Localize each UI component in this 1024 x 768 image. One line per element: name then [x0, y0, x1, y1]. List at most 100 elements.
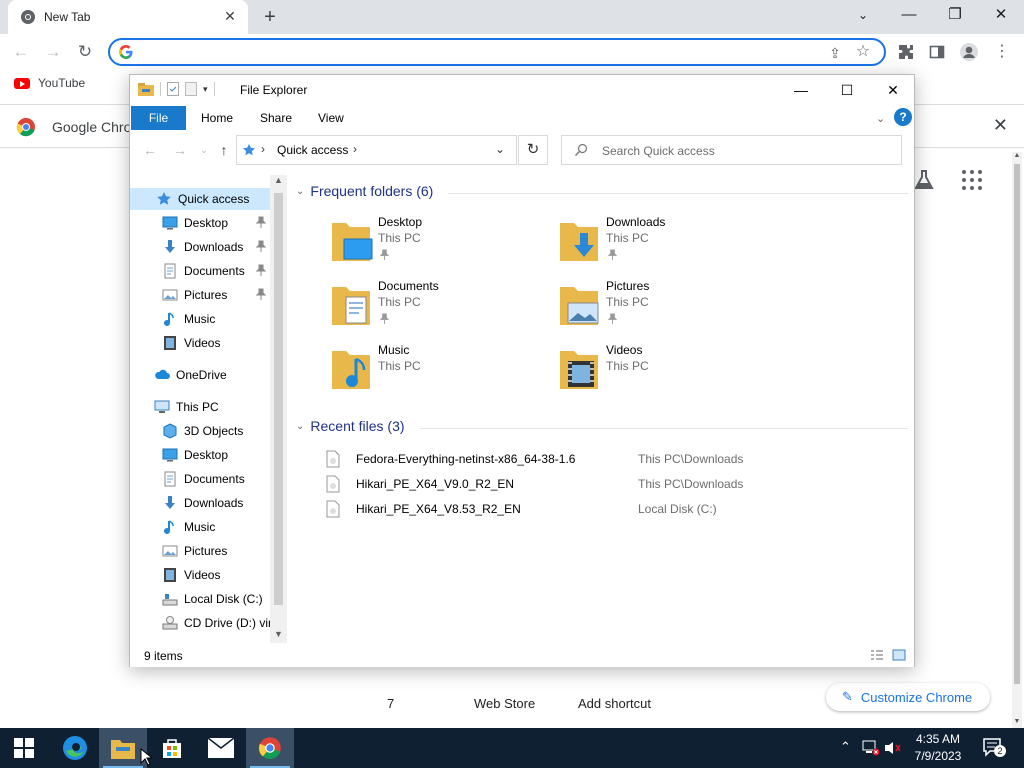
- start-button[interactable]: [0, 728, 48, 768]
- folder-tile-music[interactable]: Music This PC: [330, 343, 550, 403]
- infobar-close-icon[interactable]: ✕: [993, 115, 1008, 136]
- nav-qa-documents[interactable]: Documents: [130, 260, 270, 282]
- folder-tile-documents[interactable]: Documents This PC: [330, 279, 550, 339]
- folder-tile-downloads[interactable]: Downloads This PC: [558, 215, 778, 275]
- nav-qa-pictures[interactable]: Pictures: [130, 284, 270, 306]
- address-dropdown-icon[interactable]: ⌄: [495, 142, 505, 156]
- google-apps-icon[interactable]: [962, 170, 982, 190]
- nav-pc-music[interactable]: Music: [130, 516, 270, 538]
- recent-files-header[interactable]: ⌄ Recent files (3): [296, 418, 405, 434]
- shortcut-add[interactable]: Add shortcut: [578, 696, 651, 711]
- explorer-forward-icon[interactable]: →: [170, 140, 190, 160]
- customize-qat-icon[interactable]: ▾: [203, 84, 208, 95]
- nav-onedrive[interactable]: OneDrive: [130, 364, 270, 386]
- nav-pane-scrollbar[interactable]: ▲ ▼: [270, 175, 287, 643]
- pin-icon[interactable]: [256, 216, 266, 228]
- nav-pc-desktop[interactable]: Desktop: [130, 444, 270, 466]
- nav-this-pc[interactable]: This PC: [130, 396, 270, 418]
- search-quick-access-input[interactable]: Search Quick access: [561, 135, 902, 165]
- folder-tile-desktop[interactable]: Desktop This PC: [330, 215, 550, 275]
- nav-scroll-up-icon[interactable]: ▲: [270, 175, 287, 189]
- explorer-minimize-button[interactable]: —: [778, 75, 824, 105]
- nav-qa-videos[interactable]: Videos: [130, 332, 270, 354]
- profile-avatar-icon[interactable]: [958, 41, 980, 63]
- network-icon[interactable]: [862, 740, 880, 756]
- page-scroll-thumb[interactable]: [1014, 164, 1020, 684]
- pin-icon[interactable]: [256, 240, 266, 252]
- shortcut-web-store[interactable]: Web Store: [474, 696, 535, 711]
- customize-chrome-button[interactable]: ✎ Customize Chrome: [826, 683, 990, 711]
- address-bar[interactable]: › Quick access › ⌄: [236, 135, 517, 165]
- explorer-close-button[interactable]: ✕: [870, 75, 916, 105]
- show-hidden-icons-icon[interactable]: ⌃: [840, 739, 851, 768]
- pin-icon[interactable]: [608, 313, 617, 324]
- extensions-icon[interactable]: [895, 41, 917, 63]
- explorer-maximize-button[interactable]: ☐: [824, 75, 870, 105]
- shortcut-label[interactable]: 7: [387, 696, 394, 711]
- volume-icon[interactable]: [884, 740, 902, 756]
- pin-icon[interactable]: [608, 249, 617, 260]
- nav-pc-pictures[interactable]: Pictures: [130, 540, 270, 562]
- nav-pc-videos[interactable]: Videos: [130, 564, 270, 586]
- ribbon-tab-home[interactable]: Home: [201, 111, 233, 125]
- up-one-level-icon[interactable]: ↑: [214, 140, 234, 160]
- ribbon-tab-view[interactable]: View: [318, 111, 344, 125]
- folder-tile-pictures[interactable]: Pictures This PC: [558, 279, 778, 339]
- recent-locations-icon[interactable]: ⌄: [194, 140, 214, 160]
- new-folder-icon[interactable]: [185, 82, 197, 96]
- ribbon-tab-share[interactable]: Share: [260, 111, 292, 125]
- nav-quick-access[interactable]: Quick access: [130, 188, 270, 210]
- chrome-menu-icon[interactable]: ⋮: [991, 41, 1013, 63]
- nav-scroll-thumb[interactable]: [274, 193, 283, 605]
- nav-pc-downloads[interactable]: Downloads: [130, 492, 270, 514]
- nav-pc-3d-objects[interactable]: 3D Objects: [130, 420, 270, 442]
- omnibox[interactable]: ⇪ ☆: [108, 38, 886, 66]
- scroll-up-icon[interactable]: ▲: [1012, 152, 1022, 162]
- pin-icon[interactable]: [380, 249, 389, 260]
- pin-icon[interactable]: [256, 288, 266, 300]
- pin-icon[interactable]: [380, 313, 389, 324]
- ribbon-tab-file[interactable]: File: [131, 106, 186, 130]
- nav-pc-documents[interactable]: Documents: [130, 468, 270, 490]
- properties-icon[interactable]: [167, 82, 179, 96]
- taskbar-edge[interactable]: [50, 728, 98, 768]
- nav-qa-desktop[interactable]: Desktop: [130, 212, 270, 234]
- help-icon[interactable]: ?: [894, 108, 912, 126]
- explorer-back-icon[interactable]: ←: [140, 140, 160, 160]
- nav-pc-cd-drive[interactable]: CD Drive (D:) virt: [130, 612, 270, 634]
- pin-icon[interactable]: [256, 264, 266, 276]
- back-button[interactable]: ←: [8, 39, 34, 65]
- bookmark-star-icon[interactable]: ☆: [854, 43, 872, 61]
- chrome-tab-newtab[interactable]: New Tab ✕: [8, 0, 248, 34]
- frequent-folders-header[interactable]: ⌄ Frequent folders (6): [296, 183, 433, 199]
- nav-qa-downloads[interactable]: Downloads: [130, 236, 270, 258]
- bookmark-youtube[interactable]: YouTube: [14, 76, 85, 90]
- taskbar-store[interactable]: [148, 728, 196, 768]
- refresh-button[interactable]: ↻: [518, 135, 548, 165]
- restore-button[interactable]: ❐: [932, 0, 978, 30]
- share-icon[interactable]: ⇪: [826, 44, 844, 62]
- expand-ribbon-icon[interactable]: ⌄: [876, 112, 885, 125]
- chrome-labs-icon[interactable]: [912, 168, 936, 192]
- recent-file-row[interactable]: Hikari_PE_X64_V8.53_R2_EN Local Disk (C:…: [326, 499, 906, 521]
- close-window-button[interactable]: ✕: [978, 0, 1024, 30]
- taskbar-chrome[interactable]: [246, 728, 294, 768]
- scroll-down-icon[interactable]: ▼: [1012, 718, 1022, 728]
- new-tab-button[interactable]: +: [258, 5, 282, 29]
- large-icons-view-icon[interactable]: [892, 649, 906, 661]
- forward-button[interactable]: →: [40, 39, 66, 65]
- taskbar-clock[interactable]: 4:35 AM 7/9/2023: [908, 731, 968, 765]
- address-crumb-quick-access[interactable]: Quick access: [277, 143, 348, 157]
- recent-file-row[interactable]: Hikari_PE_X64_V9.0_R2_EN This PC\Downloa…: [326, 474, 906, 496]
- notification-center[interactable]: 2: [982, 737, 1006, 759]
- page-scrollbar[interactable]: ▲ ▼: [1012, 152, 1022, 728]
- reload-button[interactable]: ↻: [72, 39, 98, 65]
- minimize-button[interactable]: —: [886, 0, 932, 30]
- tab-search-icon[interactable]: ⌄: [840, 0, 886, 30]
- nav-qa-music[interactable]: Music: [130, 308, 270, 330]
- crumb-separator-icon[interactable]: ›: [353, 142, 357, 156]
- taskbar-mail[interactable]: [197, 728, 245, 768]
- nav-scroll-down-icon[interactable]: ▼: [270, 629, 287, 643]
- crumb-separator-icon[interactable]: ›: [261, 142, 265, 156]
- recent-file-row[interactable]: Fedora-Everything-netinst-x86_64-38-1.6 …: [326, 449, 906, 471]
